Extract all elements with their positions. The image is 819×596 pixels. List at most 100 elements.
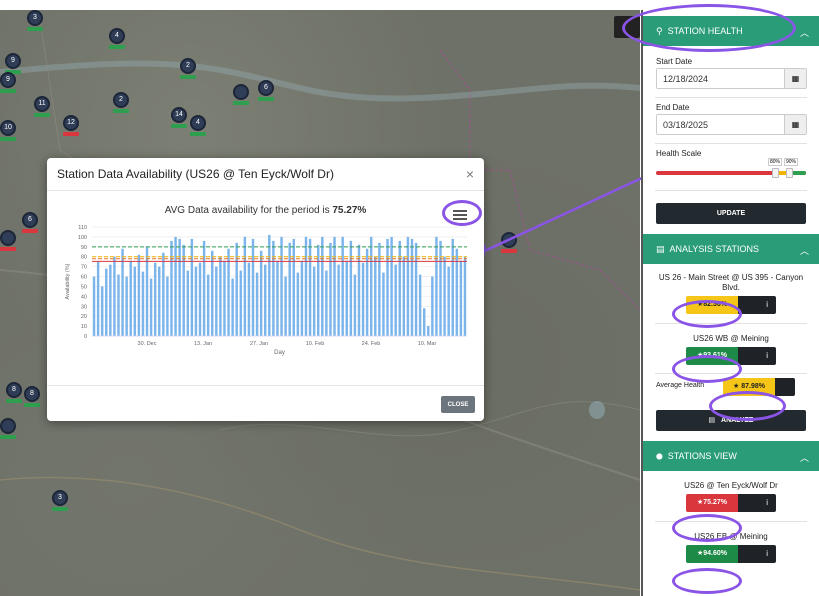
end-date-label: End Date — [656, 103, 690, 112]
availability-bar — [259, 250, 263, 336]
availability-bar — [125, 276, 128, 336]
availability-bar — [418, 274, 422, 336]
x-tick-label: 10. Feb — [306, 341, 325, 347]
availability-bar — [141, 271, 145, 336]
y-tick-label: 50 — [81, 284, 87, 290]
availability-bar — [247, 262, 251, 336]
availability-bar — [402, 256, 406, 336]
chart-svg: 0 10 20 30 40 50 60 70 80 90 100 110 30. Dec 13. Jan 2… — [65, 225, 467, 356]
availability-bar — [170, 240, 173, 336]
end-date-input[interactable] — [657, 115, 784, 134]
chevron-up-icon[interactable]: ︿ — [800, 244, 809, 257]
update-button[interactable]: UPDATE — [656, 203, 806, 224]
chevron-up-icon[interactable]: ︿ — [800, 26, 809, 39]
availability-bar — [198, 262, 202, 336]
calendar-icon[interactable]: ▦ — [784, 69, 806, 88]
availability-bar — [353, 274, 357, 336]
stations-view-title: STATIONS VIEW — [667, 451, 737, 461]
availability-bar — [194, 266, 198, 336]
modal-header: Station Data Availability (US26 @ Ten Ey… — [47, 158, 484, 191]
stations-view-header[interactable]: ⬤ STATIONS VIEW ︿ — [643, 441, 819, 471]
info-icon[interactable]: i — [738, 545, 776, 563]
availability-bar — [435, 236, 438, 336]
scale-low-label: 80% — [768, 158, 783, 166]
health-percent: 94.60% — [703, 550, 728, 557]
health-scale-slider[interactable]: 80% 90% — [656, 158, 807, 182]
highlight-ring-health — [622, 4, 796, 52]
availability-bar — [459, 260, 463, 336]
availability-bar — [133, 266, 137, 336]
availability-bar — [276, 260, 279, 336]
availability-bar — [447, 266, 450, 336]
availability-bar — [443, 256, 446, 336]
calendar-icon[interactable]: ▦ — [784, 115, 806, 134]
health-percent: 75.27% — [703, 499, 728, 506]
availability-bar — [251, 238, 255, 336]
availability-bar — [153, 262, 157, 336]
availability-bar — [96, 261, 100, 336]
availability-bar — [145, 246, 149, 336]
health-scale-label: Health Scale — [656, 149, 702, 158]
highlight-ring — [709, 391, 786, 421]
availability-bar — [113, 256, 116, 336]
availability-bar — [300, 260, 304, 336]
availability-bar — [341, 236, 344, 336]
chevron-up-icon[interactable]: ︿ — [800, 451, 809, 464]
availability-bar — [109, 264, 112, 336]
health-value: ★94.60% — [686, 545, 738, 563]
y-tick-label: 0 — [84, 334, 87, 340]
availability-bar — [463, 256, 467, 336]
slider-handle-high[interactable] — [786, 168, 793, 178]
view-station-name: US26 @ Ten Eyck/Wolf Dr — [684, 481, 778, 490]
availability-modal: Station Data Availability (US26 @ Ten Ey… — [47, 158, 484, 421]
availability-bar — [422, 308, 426, 336]
y-tick-label: 10 — [81, 324, 87, 330]
availability-bar — [337, 264, 340, 336]
info-icon[interactable]: i — [738, 296, 776, 314]
y-tick-label: 100 — [78, 235, 87, 241]
modal-title: Station Data Availability (US26 @ Ten Ey… — [57, 167, 334, 181]
availability-bar — [284, 276, 287, 336]
availability-bar — [219, 256, 222, 336]
availability-bar — [390, 236, 393, 336]
availability-bar — [325, 270, 328, 336]
highlight-ring — [672, 514, 742, 542]
availability-bar — [406, 236, 410, 336]
availability-bar — [202, 240, 206, 336]
availability-bar — [174, 236, 177, 336]
y-tick-label: 110 — [78, 225, 87, 231]
availability-bar — [206, 274, 210, 336]
availability-bar — [117, 274, 120, 336]
availability-bar — [427, 326, 430, 336]
availability-bar — [382, 272, 385, 336]
availability-bar — [231, 278, 234, 336]
availability-bar — [186, 270, 190, 336]
availability-bar — [105, 268, 108, 336]
view-station-health[interactable]: ★94.60% i — [686, 545, 776, 563]
availability-bar — [308, 238, 312, 336]
slider-handle-low[interactable] — [772, 168, 779, 178]
analysis-stations-header[interactable]: ▤ ANALYSIS STATIONS ︿ — [643, 234, 819, 264]
health-value: ★75.27% — [686, 494, 738, 512]
close-button[interactable]: CLOSE — [441, 396, 475, 413]
availability-bar — [349, 240, 353, 336]
view-station-health[interactable]: ★75.27% i — [686, 494, 776, 512]
availability-bar — [431, 276, 434, 336]
highlight-ring — [672, 300, 742, 328]
info-icon[interactable]: i — [738, 494, 776, 512]
analysis-station-name: US 26 - Main Street @ US 395 - Canyon Bl… — [658, 273, 804, 292]
average-health-label: Average Health — [656, 382, 705, 389]
y-tick-label: 20 — [81, 314, 87, 320]
availability-bar — [410, 238, 414, 336]
map-pin-icon: ⬤ — [656, 453, 663, 460]
screen: 3 4 9 9 2 6 11 2 14 4 10 12 6 8 8 3 Station Data Availa… — [0, 0, 819, 596]
start-date-input[interactable] — [657, 69, 784, 88]
health-percent: 87.98% — [741, 383, 765, 390]
availability-bar — [100, 286, 104, 336]
info-icon[interactable]: i — [738, 347, 776, 365]
start-date-label: Start Date — [656, 57, 693, 66]
y-tick-label: 70 — [81, 265, 87, 271]
availability-bar — [264, 264, 267, 336]
close-icon[interactable]: × — [466, 166, 474, 182]
availability-bar — [268, 234, 271, 336]
